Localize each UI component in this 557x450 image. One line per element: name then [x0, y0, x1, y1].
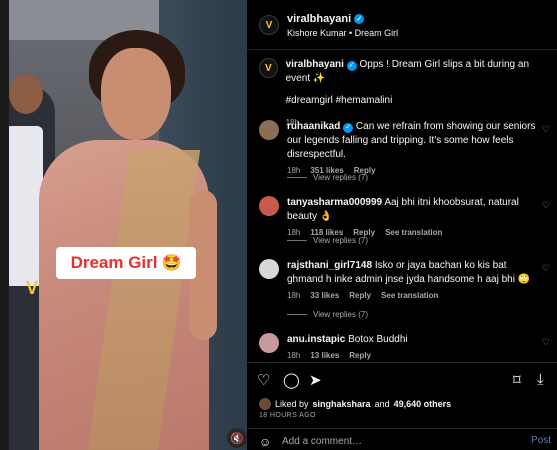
comment-input[interactable] — [282, 433, 502, 449]
background-strip — [0, 0, 9, 450]
commenter-username[interactable]: ruhaanikad — [287, 121, 340, 132]
view-replies-label[interactable]: View replies (7) — [313, 236, 368, 245]
see-translation-button[interactable]: See translation — [381, 291, 438, 300]
view-replies-button[interactable]: View replies (7) — [287, 236, 368, 245]
liked-by-prefix: Liked by — [275, 399, 309, 409]
bookmark-icon[interactable]: ⌑ — [513, 371, 521, 389]
post-header: V viralbhayani ✓ Kishore Kumar • Dream G… — [247, 0, 557, 50]
reply-button[interactable]: Reply — [349, 291, 371, 300]
audio-track[interactable]: Kishore Kumar • Dream Girl — [287, 28, 398, 38]
liker-avatar[interactable] — [259, 398, 271, 410]
post-timestamp[interactable]: 18 HOURS AGO — [259, 412, 316, 419]
comment: tanyasharma000999 Aaj bhi itni khoobsura… — [259, 196, 554, 237]
caption-username[interactable]: viralbhayani — [286, 59, 344, 70]
background-person-head — [9, 74, 43, 114]
commenter-avatar[interactable] — [259, 120, 279, 140]
commenter-avatar[interactable] — [259, 333, 279, 353]
liked-by-user[interactable]: singhakshara — [313, 399, 371, 409]
caption-hashtags[interactable]: #dreamgirl #hemamalini — [286, 94, 549, 108]
liked-by-and: and — [374, 399, 390, 409]
view-replies-label[interactable]: View replies (7) — [313, 173, 368, 182]
comment-like-heart-icon[interactable]: ♡ — [542, 124, 550, 135]
verified-badge-icon: ✓ — [343, 123, 354, 133]
post-panel: V viralbhayani ✓ Kishore Kumar • Dream G… — [247, 0, 557, 450]
commenter-username[interactable]: rajsthani_girl7148 — [287, 260, 372, 271]
caption: V viralbhayani ✓ Opps ! Dream Girl slips… — [259, 58, 549, 127]
commenter-username[interactable]: tanyasharma000999 — [287, 197, 382, 208]
share-icon[interactable]: ➤ — [309, 371, 322, 389]
smile-icon[interactable]: ☺ — [259, 435, 271, 449]
comment-likes[interactable]: 33 likes — [310, 291, 339, 300]
post-button[interactable]: Post — [531, 435, 551, 446]
post-media[interactable]: Dream Girl 🤩 V 🔇 — [9, 0, 247, 450]
comment-text: Botox Buddhi — [348, 334, 408, 345]
comment-like-heart-icon[interactable]: ♡ — [542, 200, 550, 211]
author-username[interactable]: viralbhayani ✓ — [287, 13, 365, 25]
comment: anu.instapic Botox Buddhi 18h 13 likes R… — [259, 333, 554, 361]
comment-age: 18h — [287, 351, 301, 360]
face — [101, 48, 171, 140]
comment-likes[interactable]: 13 likes — [310, 351, 339, 361]
video-overlay-label: Dream Girl 🤩 — [56, 247, 196, 279]
overlay-emoji: 🤩 — [161, 255, 182, 272]
comment: ruhaanikad ✓ Can we refrain from showing… — [259, 120, 554, 175]
comment-icon[interactable]: ◯ — [283, 371, 300, 389]
verified-badge-icon: ✓ — [354, 14, 365, 24]
view-replies-button[interactable]: View replies (7) — [287, 173, 368, 182]
speaker-muted-icon[interactable]: 🔇 — [227, 428, 247, 448]
verified-badge-icon: ✓ — [346, 61, 357, 71]
commenter-username[interactable]: anu.instapic — [287, 334, 345, 345]
view-replies-button[interactable]: View replies (7) — [287, 310, 368, 319]
overlay-text: Dream Girl — [70, 253, 158, 272]
see-translation-button[interactable]: See translation — [385, 228, 442, 237]
commenter-avatar[interactable] — [259, 259, 279, 279]
author-avatar[interactable]: V — [259, 15, 279, 35]
comment-composer: ☺ Post — [247, 428, 557, 450]
liked-by: Liked by singhakshara and 49,640 others — [259, 398, 451, 410]
caption-avatar[interactable]: V — [259, 58, 278, 78]
likes-count[interactable]: 49,640 others — [394, 399, 452, 409]
comment-like-heart-icon[interactable]: ♡ — [542, 337, 550, 348]
commenter-avatar[interactable] — [259, 196, 279, 216]
watermark-logo-icon: V — [25, 278, 38, 298]
author-username-text[interactable]: viralbhayani — [287, 13, 351, 25]
comment-age: 18h — [287, 291, 301, 300]
view-replies-label[interactable]: View replies (7) — [313, 310, 368, 319]
heart-icon[interactable]: ♡ — [257, 371, 270, 389]
reply-button[interactable]: Reply — [349, 351, 371, 361]
comment: rajsthani_girl7148 Isko or jaya bachan k… — [259, 259, 554, 300]
comment-like-heart-icon[interactable]: ♡ — [542, 263, 550, 274]
action-bar: ♡ ◯ ➤ ⌑ ⤓ — [247, 362, 557, 392]
download-icon[interactable]: ⤓ — [537, 371, 544, 388]
